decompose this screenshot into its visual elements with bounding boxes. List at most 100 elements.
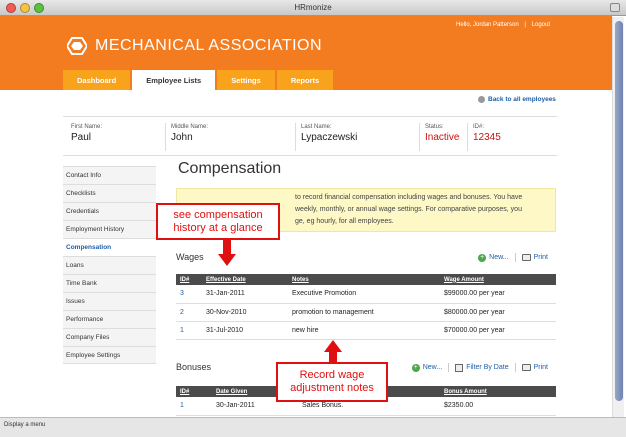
status-bar: Display a menu (0, 417, 626, 437)
col-header-id[interactable]: ID# (176, 386, 212, 397)
col-header-id[interactable]: ID# (176, 274, 202, 285)
status-label: Status: (425, 124, 444, 130)
scroll-thumb[interactable] (615, 21, 623, 401)
sidebar-item-compensation[interactable]: Compensation (63, 238, 156, 256)
bonuses-print-button[interactable]: Print (521, 363, 548, 372)
col-header-wage-amount[interactable]: Wage Amount (440, 274, 556, 285)
divider (514, 253, 516, 262)
row-id-link[interactable]: 3 (176, 285, 202, 304)
back-link-label: Back to all employees (488, 96, 556, 103)
first-name-label: First Name: (71, 124, 103, 130)
wages-print-button[interactable]: Print (521, 253, 548, 262)
sidebar-item-company-files[interactable]: Company Files (63, 328, 156, 346)
plus-icon: + (478, 253, 487, 262)
note-line: to record financial compensation includi… (295, 194, 523, 201)
divider (448, 363, 450, 372)
first-name-value: Paul (71, 132, 92, 143)
toolbar-toggle-button[interactable] (610, 3, 620, 12)
note-line: weekly, monthly, or annual wage settings… (295, 206, 522, 213)
col-header-notes[interactable]: Notes (288, 274, 440, 285)
tab-dashboard[interactable]: Dashboard (63, 70, 131, 90)
bonuses-new-button[interactable]: + New... (411, 363, 443, 372)
sidebar-item-loans[interactable]: Loans (63, 256, 156, 274)
row-id-link[interactable]: 1 (176, 321, 202, 340)
callout-notes: Record wage adjustment notes (276, 362, 388, 402)
col-header-bonus-amount[interactable]: Bonus Amount (440, 386, 556, 397)
tab-reports[interactable]: Reports (276, 70, 334, 90)
sidebar-item-issues[interactable]: Issues (63, 292, 156, 310)
row-notes: Executive Promotion (288, 285, 440, 304)
sidebar-item-employment-history[interactable]: Employment History (63, 220, 156, 238)
last-name-value: Lypaczewski (301, 132, 358, 143)
callout-arrow-up-icon (324, 340, 342, 352)
wages-new-button[interactable]: + New... (478, 253, 509, 262)
main-content: Compensation to record financial compens… (176, 160, 556, 416)
sidebar-item-employee-settings[interactable]: Employee Settings (63, 346, 156, 364)
table-row: 2 30-Nov-2010 promotion to management $8… (176, 303, 556, 322)
status-field: Status: Inactive (425, 124, 459, 143)
row-wage-amount: $99000.00 per year (440, 285, 556, 304)
bonuses-actions: + New... Filter By Date Print (406, 363, 548, 372)
row-effective-date: 30-Nov-2010 (202, 303, 288, 322)
bonuses-filter-label: Filter By Date (466, 364, 509, 371)
row-wage-amount: $80000.00 per year (440, 303, 556, 322)
sidebar-item-performance[interactable]: Performance (63, 310, 156, 328)
last-name-field: Last Name: Lypaczewski (301, 124, 357, 143)
bonuses-print-label: Print (533, 364, 548, 371)
row-effective-date: 31-Jul-2010 (202, 321, 288, 340)
callout-history-text: see compensation history at a glance (173, 208, 263, 234)
callout-history: see compensation history at a glance (156, 203, 280, 240)
wages-title: Wages (176, 252, 204, 262)
divider (514, 363, 516, 372)
last-name-label: Last Name: (301, 124, 332, 130)
plus-icon: + (411, 363, 420, 372)
greeting-text: Hello, Jordan Patterson (456, 22, 519, 28)
employee-info-bar: First Name: Paul Middle Name: John Last … (63, 116, 557, 156)
vertical-scrollbar[interactable] (612, 17, 624, 417)
logout-link[interactable]: Logout (532, 22, 550, 28)
note-line: ge, eg hourly, for all employees. (295, 218, 394, 225)
wages-print-label: Print (533, 254, 548, 261)
row-wage-amount: $70000.00 per year (440, 321, 556, 340)
sidebar-item-contact-info[interactable]: Contact Info (63, 166, 156, 184)
divider (467, 123, 468, 151)
print-icon (521, 364, 531, 371)
page-title: Compensation (178, 160, 282, 177)
logo[interactable]: MECHANICAL ASSOCIATION (65, 36, 323, 56)
middle-name-value: John (171, 132, 193, 143)
bonuses-filter-button[interactable]: Filter By Date (455, 363, 509, 372)
row-id-link[interactable]: 1 (176, 397, 212, 416)
row-notes: new hire (288, 321, 440, 340)
nav-separator: | (524, 22, 526, 28)
window-titlebar: HRmonize (0, 0, 626, 16)
sidebar-item-checklists[interactable]: Checklists (63, 184, 156, 202)
logo-text: MECHANICAL ASSOCIATION (95, 37, 323, 54)
app-header: Hello, Jordan Patterson | Logout MECHANI… (0, 16, 612, 90)
sidebar-item-credentials[interactable]: Credentials (63, 202, 156, 220)
divider (165, 123, 166, 151)
bonuses-title: Bonuses (176, 362, 212, 372)
id-label: ID#: (473, 124, 485, 130)
main-tabs: Dashboard Employee Lists Settings Report… (63, 70, 335, 90)
tab-settings[interactable]: Settings (217, 70, 275, 90)
callout-notes-text: Record wage adjustment notes (290, 369, 374, 394)
callout-arrow-down-icon (218, 254, 236, 266)
wages-actions: + New... Print (472, 253, 548, 262)
row-notes: promotion to management (288, 303, 440, 322)
col-header-effective-date[interactable]: Effective Date (202, 274, 288, 285)
row-bonus-amount: $2350.00 (440, 397, 556, 416)
first-name-field: First Name: Paul (71, 124, 102, 143)
logo-mark-icon (65, 36, 89, 56)
middle-name-label: Middle Name: (171, 124, 209, 130)
table-row: 3 31-Jan-2011 Executive Promotion $99000… (176, 285, 556, 304)
callout-arrow-stem (329, 352, 337, 362)
row-id-link[interactable]: 2 (176, 303, 202, 322)
back-to-employees-link[interactable]: Back to all employees (478, 96, 556, 103)
tab-employee-lists[interactable]: Employee Lists (132, 70, 216, 90)
sidebar-item-time-bank[interactable]: Time Bank (63, 274, 156, 292)
table-row: 1 31-Jul-2010 new hire $70000.00 per yea… (176, 321, 556, 340)
calendar-icon (455, 363, 464, 372)
bonuses-new-label: New... (422, 364, 443, 371)
row-effective-date: 31-Jan-2011 (202, 285, 288, 304)
id-field: ID#: 12345 (473, 124, 501, 143)
